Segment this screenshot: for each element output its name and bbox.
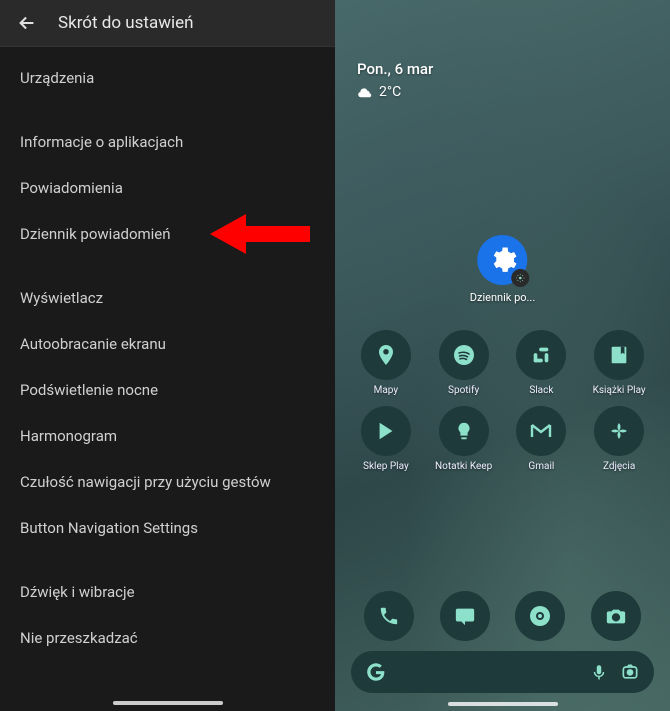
settings-shortcut-panel: Skrót do ustawień Urządzenia Informacje … xyxy=(0,0,335,711)
play-store-icon xyxy=(361,406,411,456)
app-keep[interactable]: Notatki Keep xyxy=(429,406,499,472)
dock-camera[interactable] xyxy=(591,591,641,641)
shortcut-badge-icon xyxy=(512,269,530,287)
dock-chrome[interactable] xyxy=(515,591,565,641)
dock xyxy=(351,591,654,641)
settings-item-sound-vibration[interactable]: Dźwięk i wibracje xyxy=(0,569,335,615)
at-a-glance-widget[interactable]: Pon., 6 mar 2°C xyxy=(357,60,433,100)
divider xyxy=(0,551,335,569)
settings-item-gesture-sensitivity[interactable]: Czułość nawigacji przy użyciu gestów xyxy=(0,459,335,505)
gesture-nav-handle[interactable] xyxy=(113,701,223,705)
app-label: Gmail xyxy=(528,461,554,472)
app-label: Mapy xyxy=(374,385,398,396)
settings-shortcut-icon[interactable]: Dziennik po... xyxy=(470,235,535,304)
back-arrow-icon[interactable] xyxy=(16,12,38,34)
app-play-store[interactable]: Sklep Play xyxy=(351,406,421,472)
mic-icon[interactable] xyxy=(590,663,608,681)
photos-icon xyxy=(594,406,644,456)
settings-item-app-info[interactable]: Informacje o aplikacjach xyxy=(0,119,335,165)
google-g-icon xyxy=(365,661,387,683)
settings-item-notifications[interactable]: Powiadomienia xyxy=(0,165,335,211)
dock-messages[interactable] xyxy=(440,591,490,641)
gmail-icon xyxy=(516,406,566,456)
camera-icon xyxy=(591,591,641,641)
app-label: Zdjęcia xyxy=(603,461,635,472)
settings-item-dnd[interactable]: Nie przeszkadzać xyxy=(0,615,335,661)
divider xyxy=(0,257,335,275)
cloud-icon xyxy=(357,86,373,98)
app-label: Sklep Play xyxy=(363,461,409,472)
app-maps[interactable]: Mapy xyxy=(351,330,421,396)
weather-row: 2°C xyxy=(357,84,433,100)
divider xyxy=(0,101,335,119)
settings-item-notification-log[interactable]: Dziennik powiadomień xyxy=(0,211,335,257)
settings-item-night-light[interactable]: Podświetlenie nocne xyxy=(0,367,335,413)
dock-phone[interactable] xyxy=(364,591,414,641)
settings-list: Urządzenia Informacje o aplikacjach Powi… xyxy=(0,47,335,669)
app-label: Slack xyxy=(529,385,553,396)
shortcut-label: Dziennik po... xyxy=(470,291,535,304)
header: Skrót do ustawień xyxy=(0,0,335,47)
date-text: Pon., 6 mar xyxy=(357,60,433,78)
home-screen: Pon., 6 mar 2°C Dziennik po... Mapy xyxy=(335,0,670,711)
chrome-icon xyxy=(515,591,565,641)
play-books-icon xyxy=(594,330,644,380)
messages-icon xyxy=(440,591,490,641)
app-photos[interactable]: Zdjęcia xyxy=(584,406,654,472)
app-label: Notatki Keep xyxy=(435,461,492,472)
spotify-icon xyxy=(439,330,489,380)
app-play-books[interactable]: Książki Play xyxy=(584,330,654,396)
settings-item-devices[interactable]: Urządzenia xyxy=(0,55,335,101)
gear-icon xyxy=(478,235,528,285)
phone-icon xyxy=(364,591,414,641)
gesture-nav-handle[interactable] xyxy=(448,702,558,706)
app-label: Spotify xyxy=(448,385,479,396)
keep-icon xyxy=(439,406,489,456)
slack-icon xyxy=(516,330,566,380)
search-bar[interactable] xyxy=(351,651,654,693)
settings-item-button-nav[interactable]: Button Navigation Settings xyxy=(0,505,335,551)
temperature-text: 2°C xyxy=(379,84,401,100)
lens-icon[interactable] xyxy=(620,662,640,682)
header-title: Skrót do ustawień xyxy=(58,13,194,33)
maps-icon xyxy=(361,330,411,380)
app-slack[interactable]: Slack xyxy=(507,330,577,396)
app-spotify[interactable]: Spotify xyxy=(429,330,499,396)
app-label: Książki Play xyxy=(593,385,646,396)
settings-item-autorotate[interactable]: Autoobracanie ekranu xyxy=(0,321,335,367)
settings-item-display[interactable]: Wyświetlacz xyxy=(0,275,335,321)
app-grid: Mapy Spotify Slack Książki Play Sklep P xyxy=(351,330,654,472)
settings-item-schedule[interactable]: Harmonogram xyxy=(0,413,335,459)
app-gmail[interactable]: Gmail xyxy=(507,406,577,472)
